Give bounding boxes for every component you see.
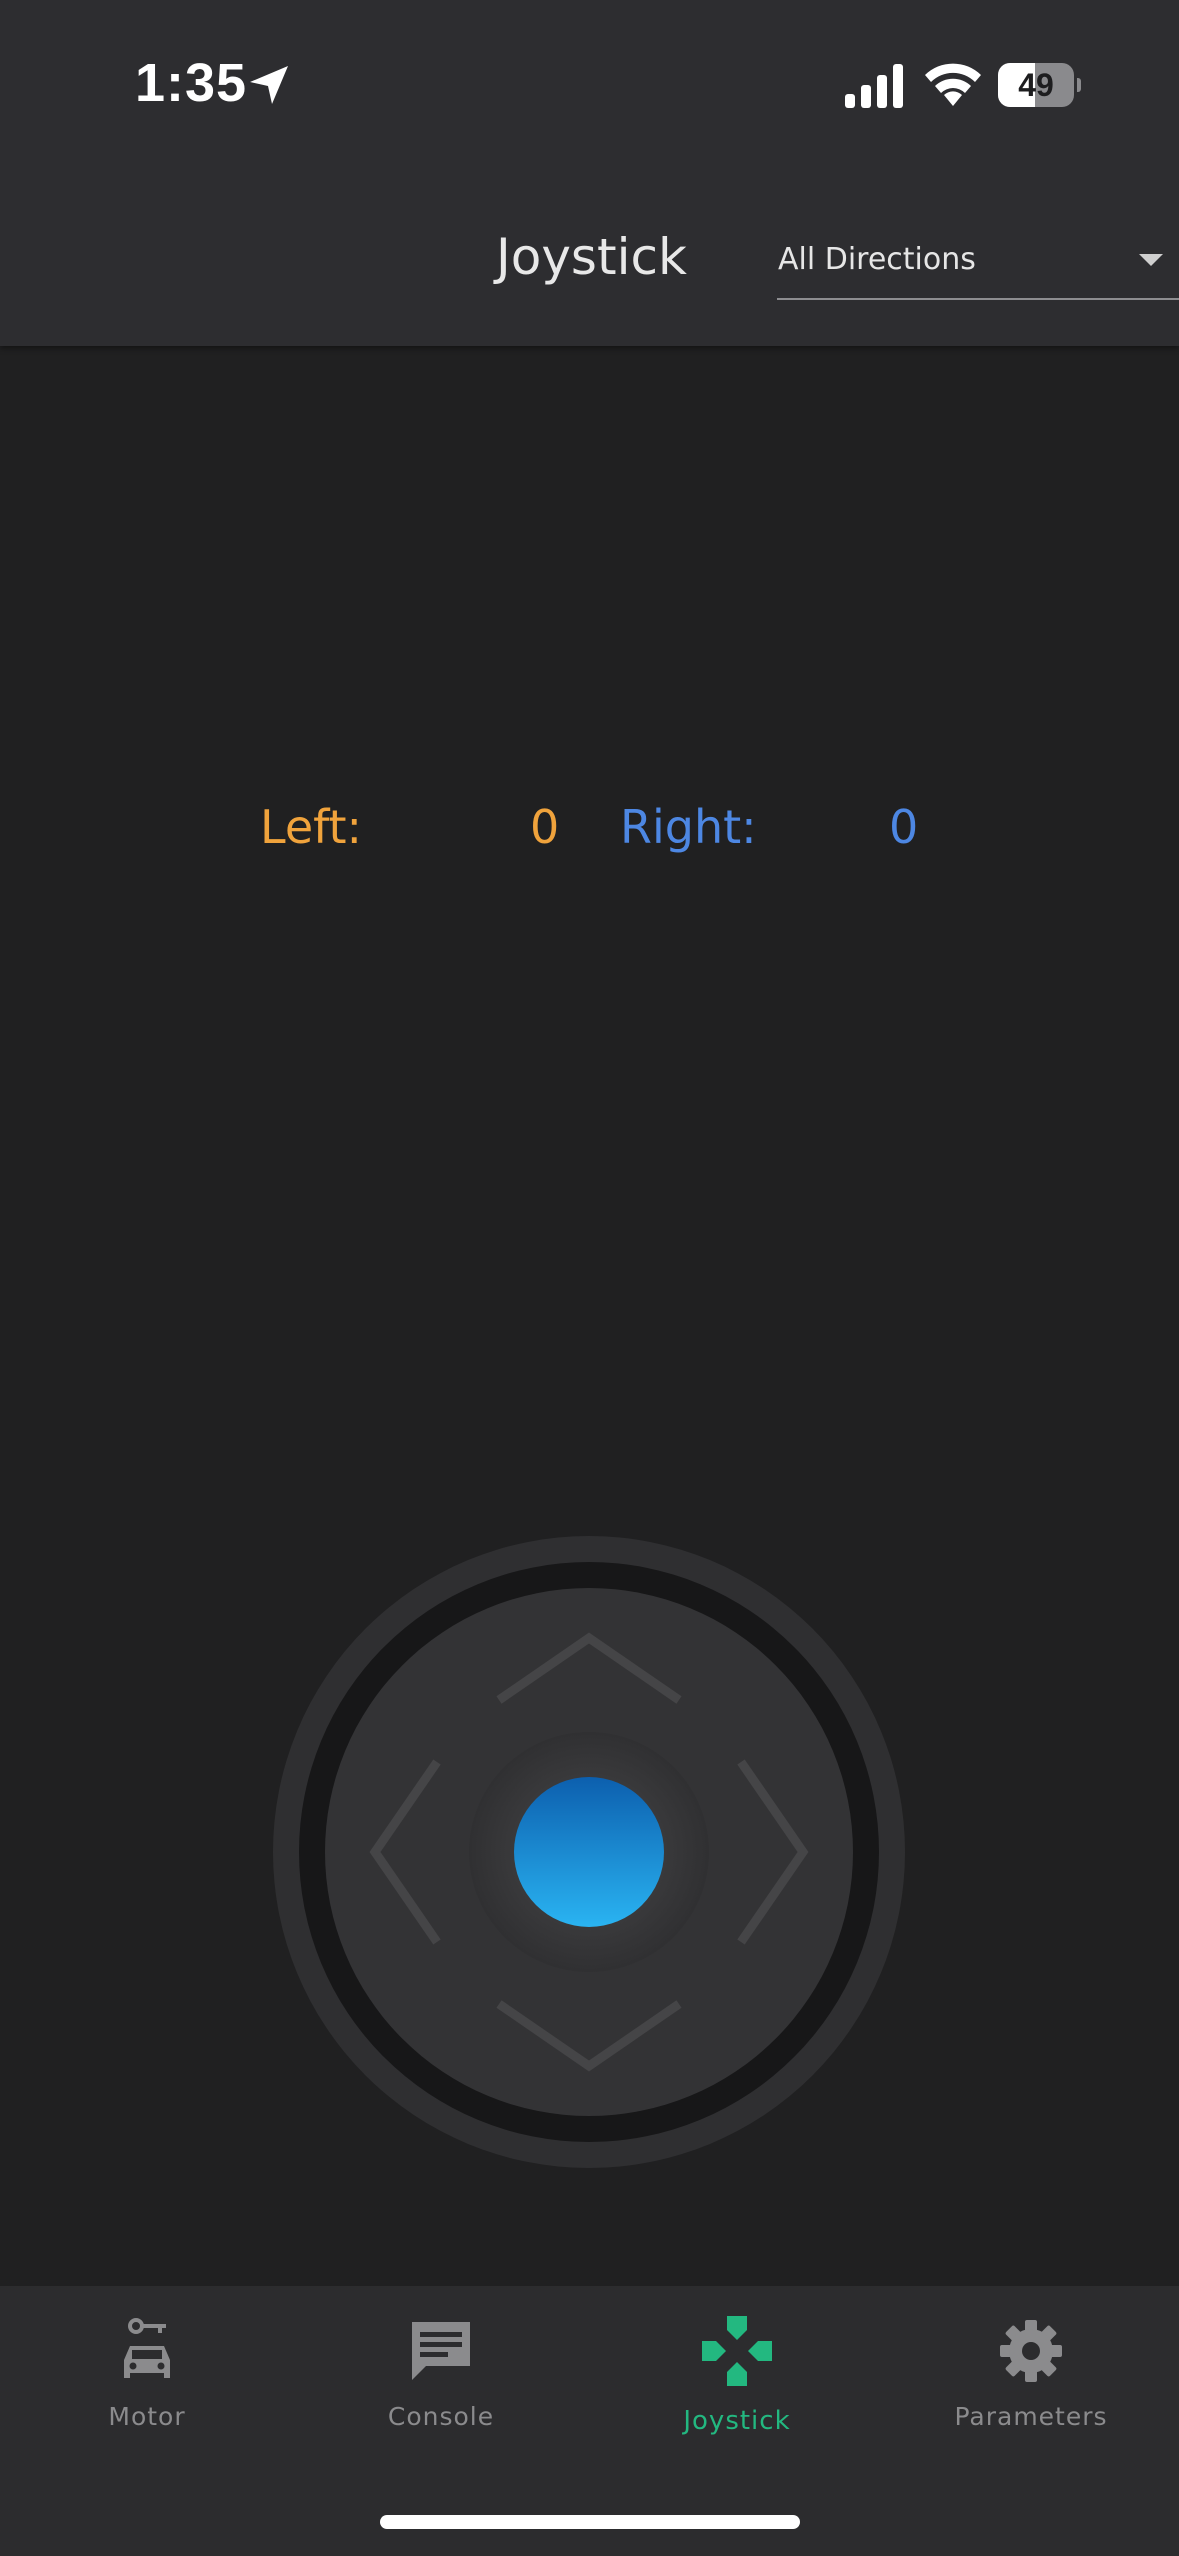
battery-icon: 49 — [998, 63, 1074, 107]
direction-dropdown[interactable]: All Directions — [777, 230, 1179, 300]
direction-dropdown-value: All Directions — [778, 242, 976, 277]
dropdown-arrow-icon — [1139, 254, 1163, 266]
joystick-pad[interactable] — [273, 1536, 905, 2168]
wifi-icon — [925, 63, 981, 106]
bottom-tab-bar: Motor Console Joystick Parameters — [0, 2286, 1179, 2556]
joystick-screen: 1:35 49 Joystick All Directions Left: 0 … — [0, 0, 1179, 2556]
location-arrow-icon — [250, 66, 288, 104]
battery-indicator: 49 — [998, 63, 1081, 107]
tab-parameters[interactable]: Parameters — [884, 2286, 1178, 2456]
tab-console[interactable]: Console — [294, 2286, 588, 2456]
status-time: 1:35 — [135, 53, 248, 113]
gear-icon — [1000, 2320, 1062, 2382]
left-value: 0 — [530, 800, 560, 854]
tab-motor[interactable]: Motor — [0, 2286, 294, 2456]
left-label: Left: — [260, 800, 363, 854]
tab-console-label: Console — [387, 2402, 495, 2431]
car-key-icon — [124, 2318, 170, 2378]
message-icon — [412, 2322, 470, 2380]
right-value: 0 — [889, 800, 919, 854]
battery-level: 49 — [1018, 67, 1054, 103]
right-label: Right: — [620, 800, 757, 854]
header: 1:35 49 Joystick All Directions — [0, 0, 1179, 346]
joystick-knob[interactable] — [514, 1777, 664, 1927]
tab-parameters-label: Parameters — [954, 2402, 1108, 2431]
tab-motor-label: Motor — [108, 2402, 186, 2431]
tab-joystick-label: Joystick — [683, 2406, 791, 2436]
gamepad-icon — [702, 2316, 772, 2386]
cellular-signal-icon — [845, 64, 903, 108]
home-indicator[interactable] — [380, 2515, 800, 2529]
page-title: Joystick — [496, 228, 687, 286]
tab-joystick[interactable]: Joystick — [590, 2286, 884, 2456]
